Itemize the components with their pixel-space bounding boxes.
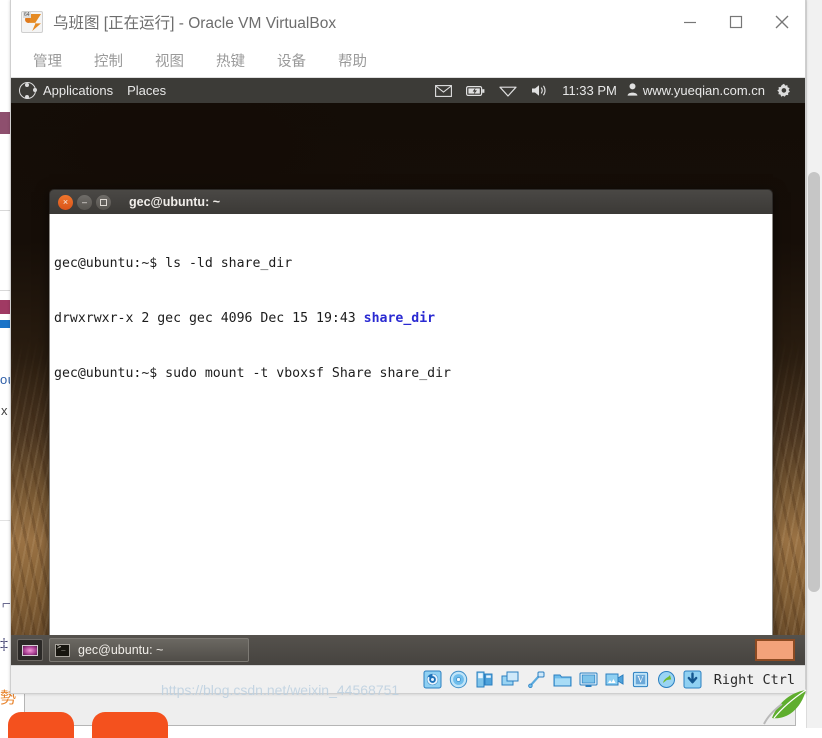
svg-text:V: V	[637, 675, 644, 685]
terminal-line-2-prefix: drwxrwxr-x 2 gec gec 4096 Dec 15 19:43	[54, 311, 364, 326]
terminal-line-1: gec@ubuntu:~$ ls -ld share_dir	[54, 255, 772, 273]
terminal-titlebar[interactable]: × – gec@ubuntu: ~	[49, 189, 773, 214]
shared-folders-icon[interactable]	[552, 670, 574, 690]
host-page-scrollbar-thumb[interactable]	[808, 172, 820, 592]
network-wifi-icon[interactable]	[499, 85, 517, 97]
panel-user-menu[interactable]: www.yueqian.com.cn	[627, 83, 765, 99]
video-capture-icon[interactable]	[604, 670, 626, 690]
user-avatar-icon	[627, 83, 638, 99]
gnome-bottom-taskbar: gec@ubuntu: ~	[11, 635, 805, 665]
background-text-fragment-4: ‡	[0, 636, 8, 654]
terminal-line-3: gec@ubuntu:~$ sudo mount -t vboxsf Share…	[54, 365, 772, 383]
show-desktop-button[interactable]	[17, 639, 43, 661]
optical-disk-icon[interactable]	[448, 670, 470, 690]
minimize-button[interactable]	[667, 0, 713, 44]
background-text-fragment-2: x	[1, 403, 8, 418]
panel-user-label: www.yueqian.com.cn	[643, 83, 765, 98]
terminal-output-area[interactable]: gec@ubuntu:~$ ls -ld share_dir drwxrwxr-…	[49, 214, 773, 653]
network-adapters-icon[interactable]	[500, 670, 522, 690]
panel-tray: 11:33 PM www.yueqian.com.cn	[428, 83, 805, 99]
terminal-line-2: drwxrwxr-x 2 gec gec 4096 Dec 15 19:43 s…	[54, 310, 772, 328]
background-pill-1	[8, 712, 74, 738]
cpu-virtualization-icon[interactable]: V	[630, 670, 652, 690]
terminal-title: gec@ubuntu: ~	[129, 195, 220, 209]
virtualbox-titlebar[interactable]: 64 乌班图 [正在运行] - Oracle VM VirtualBox	[11, 0, 805, 44]
virtualbox-app-icon: 64	[21, 11, 43, 33]
hard-disk-icon[interactable]	[422, 670, 444, 690]
mouse-integration-icon[interactable]	[656, 670, 678, 690]
usb-icon[interactable]	[526, 670, 548, 690]
panel-menu-places[interactable]: Places	[127, 83, 166, 98]
workspace-switcher[interactable]	[755, 639, 795, 661]
menu-item-manage[interactable]: 管理	[33, 50, 62, 71]
menu-item-help[interactable]: 帮助	[338, 50, 367, 71]
window-controls	[667, 0, 805, 44]
virtualbox-window: 64 乌班图 [正在运行] - Oracle VM VirtualBox	[10, 0, 806, 694]
background-pill-2	[92, 712, 168, 738]
taskbar-window-label: gec@ubuntu: ~	[78, 643, 163, 657]
panel-menu-applications[interactable]: Applications	[43, 83, 113, 98]
maximize-button[interactable]	[713, 0, 759, 44]
terminal-line-2-dirname: share_dir	[364, 311, 435, 326]
panel-clock[interactable]: 11:33 PM	[562, 83, 617, 98]
host-key-label: Right Ctrl	[714, 672, 795, 688]
virtualbox-window-title: 乌班图 [正在运行] - Oracle VM VirtualBox	[53, 11, 336, 33]
host-page-scrollbar[interactable]	[806, 0, 822, 728]
terminal-icon	[55, 644, 70, 657]
mail-icon[interactable]	[435, 85, 452, 97]
menu-item-control[interactable]: 控制	[94, 50, 123, 71]
menu-item-devices[interactable]: 设备	[277, 50, 306, 71]
menu-item-hotkeys[interactable]: 热键	[216, 50, 245, 71]
terminal-minimize-button[interactable]: –	[77, 195, 92, 210]
taskbar-window-button-terminal[interactable]: gec@ubuntu: ~	[49, 638, 249, 662]
volume-icon[interactable]	[531, 84, 549, 97]
virtualbox-statusbar: https://blog.csdn.net/weixin_44568751	[11, 665, 805, 693]
menu-item-view[interactable]: 视图	[155, 50, 184, 71]
guest-os-screen[interactable]: Applications Places	[11, 78, 805, 665]
vm-arch-badge: 64	[23, 12, 31, 18]
gear-icon[interactable]	[776, 83, 792, 99]
terminal-window[interactable]: × – gec@ubuntu: ~ gec@ubuntu:~$ ls -ld s…	[49, 189, 773, 653]
display-icon[interactable]	[578, 670, 600, 690]
show-desktop-icon	[22, 645, 38, 656]
virtualbox-menubar: 管理 控制 视图 热键 设备 帮助	[11, 44, 805, 78]
ubuntu-logo-icon[interactable]	[19, 82, 36, 99]
gnome-top-panel: Applications Places	[11, 78, 805, 103]
terminal-maximize-button[interactable]	[96, 195, 111, 210]
floppy-icon[interactable]	[474, 670, 496, 690]
terminal-close-button[interactable]: ×	[58, 195, 73, 210]
keyboard-capture-icon[interactable]	[682, 670, 704, 690]
battery-icon[interactable]	[466, 85, 485, 97]
close-button[interactable]	[759, 0, 805, 44]
